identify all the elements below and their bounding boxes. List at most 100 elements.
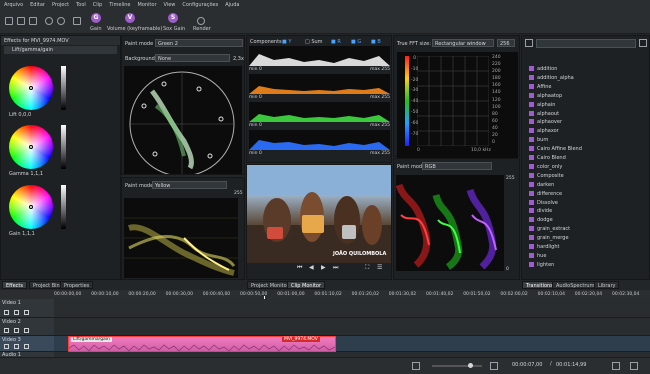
wf-paint-mode-select[interactable]: Yellow [152, 181, 227, 189]
mute-icon[interactable] [14, 310, 19, 315]
open-folder-icon[interactable] [17, 17, 25, 25]
transition-item[interactable]: alphaover [529, 119, 562, 125]
timeline-menu-icon[interactable] [630, 362, 638, 370]
hist-r-checkbox[interactable]: ■ R [331, 39, 341, 45]
menu-monitor[interactable]: Monitor [138, 2, 157, 8]
transition-item[interactable]: addition_alpha [529, 74, 574, 81]
video-clip[interactable]: Lift/gamma/gain MVI_9974.MOV [68, 336, 336, 352]
copy-icon[interactable] [73, 17, 81, 25]
menu-configuracoes[interactable]: Configurações [182, 2, 218, 8]
hide-icon[interactable] [24, 310, 29, 315]
fullscreen-icon[interactable]: ⛶ [365, 264, 369, 272]
zoom-slider[interactable] [432, 363, 482, 368]
timeline-ruler[interactable]: 00:00:00,00 00:00:10,00 00:00:20,00 00:00:3… [54, 290, 650, 299]
lock-icon[interactable] [4, 328, 9, 333]
render-label[interactable]: Render [193, 26, 211, 32]
transition-item[interactable]: alphaout [529, 110, 559, 117]
transition-item[interactable]: alphain [529, 101, 555, 108]
menu-clip[interactable]: Clip [93, 2, 102, 8]
play-back-icon[interactable]: ◀ [309, 264, 314, 271]
save-icon[interactable] [29, 17, 37, 25]
play-icon[interactable]: ▶ [321, 264, 326, 271]
menu-icon[interactable]: ☰ [377, 264, 382, 271]
transition-item[interactable]: Cairo Blend [529, 155, 566, 161]
transition-search-input[interactable] [536, 39, 636, 48]
panel-menu-icon[interactable] [525, 39, 533, 47]
transition-item[interactable]: Cairo Affine Blend [529, 146, 582, 152]
menu-tool[interactable]: Tool [76, 2, 86, 8]
new-file-icon[interactable] [5, 17, 13, 25]
transition-item[interactable]: hue [529, 252, 546, 259]
gamma-color-wheel[interactable] [9, 125, 53, 169]
gamma-wheel-handle[interactable] [29, 145, 33, 149]
menu-view[interactable]: View [164, 2, 176, 8]
vs-background-select[interactable]: None [155, 54, 230, 62]
track-video-1[interactable] [54, 299, 650, 318]
transition-item[interactable]: color_only [529, 163, 562, 170]
timeline-settings-icon[interactable] [612, 362, 620, 370]
fft-size-select[interactable]: 256 [497, 39, 515, 47]
tab-properties[interactable]: Properties [60, 281, 94, 289]
transition-item[interactable]: Dissolve [529, 199, 558, 206]
track-video-2[interactable] [54, 318, 650, 336]
menu-editar[interactable]: Editar [30, 2, 45, 8]
transition-item[interactable]: lighten [529, 261, 554, 268]
filter-icon[interactable] [639, 39, 647, 47]
transition-item[interactable]: darken [529, 181, 554, 188]
transition-item[interactable]: grain_merge [529, 235, 569, 241]
hide-icon[interactable] [24, 344, 29, 349]
fft-window-select[interactable]: Rectangular window [432, 39, 494, 47]
lock-icon[interactable] [4, 344, 9, 349]
tab-effects[interactable]: Effects [2, 281, 27, 289]
tab-clip-monitor[interactable]: Clip Monitor [287, 281, 326, 289]
transition-item[interactable]: grain_extract [529, 226, 570, 232]
hide-icon[interactable] [24, 328, 29, 333]
transition-item[interactable]: alphaatop [529, 92, 562, 99]
lock-icon[interactable] [4, 310, 9, 315]
sox-gain-label[interactable]: Sox Gain [163, 26, 185, 32]
vs-paint-mode-select[interactable]: Green 2 [155, 39, 243, 47]
volume-label[interactable]: Volume (keyframable) [107, 26, 162, 32]
forward-icon[interactable]: ⏭ [333, 264, 338, 272]
transition-item[interactable]: difference [529, 190, 562, 197]
redo-icon[interactable] [57, 17, 65, 25]
track-video-3[interactable]: Lift/gamma/gain MVI_9974.MOV [54, 336, 650, 352]
menu-project[interactable]: Project [52, 2, 69, 8]
rewind-icon[interactable]: ⏮ [297, 264, 302, 272]
lift-wheel-handle[interactable] [29, 86, 33, 90]
transition-item[interactable]: divide [529, 208, 552, 214]
gamma-slider[interactable] [61, 125, 66, 169]
sox-gain-effect-icon[interactable]: S [168, 13, 178, 23]
transition-item[interactable]: Affine [529, 83, 552, 90]
effect-header[interactable]: Lift/gamma/gain [4, 46, 117, 54]
gain-color-wheel[interactable] [9, 185, 53, 229]
gain-slider[interactable] [61, 185, 66, 229]
gain-effect-icon[interactable]: G [91, 13, 101, 23]
lift-color-wheel[interactable] [9, 66, 53, 110]
menu-timeline[interactable]: Timeline [109, 2, 130, 8]
rgb-paint-mode-select[interactable]: RGB [422, 162, 492, 170]
gain-wheel-handle[interactable] [29, 205, 33, 209]
transition-item[interactable]: alphaxor [529, 128, 559, 134]
hist-b-checkbox[interactable]: ■ B [371, 39, 381, 45]
tab-library[interactable]: Library [594, 281, 620, 289]
zoom-slider-handle[interactable] [468, 363, 473, 368]
menu-arquivo[interactable]: Arquivo [4, 2, 23, 8]
hist-sum-checkbox[interactable]: □ Sum [305, 39, 323, 45]
zoom-in-icon[interactable] [490, 362, 498, 370]
render-icon[interactable] [197, 17, 205, 25]
lift-slider[interactable] [61, 66, 66, 110]
transition-item[interactable]: Composite [529, 172, 564, 179]
zoom-fit-icon[interactable] [412, 362, 420, 370]
hist-y-checkbox[interactable]: ■ Y [282, 39, 291, 45]
tab-project-monitor[interactable]: Project Monitor [247, 281, 293, 289]
gain-label[interactable]: Gain [90, 26, 102, 32]
transition-item[interactable]: burn [529, 137, 548, 143]
tab-audiospectrum[interactable]: AudioSpectrum [552, 281, 599, 289]
transition-item[interactable]: hardlight [529, 244, 559, 250]
tab-project-bin[interactable]: Project Bin [29, 281, 64, 289]
mute-icon[interactable] [14, 328, 19, 333]
volume-effect-icon[interactable]: V [125, 13, 135, 23]
hist-g-checkbox[interactable]: ■ G [351, 39, 361, 45]
transition-item[interactable]: dodge [529, 217, 553, 223]
